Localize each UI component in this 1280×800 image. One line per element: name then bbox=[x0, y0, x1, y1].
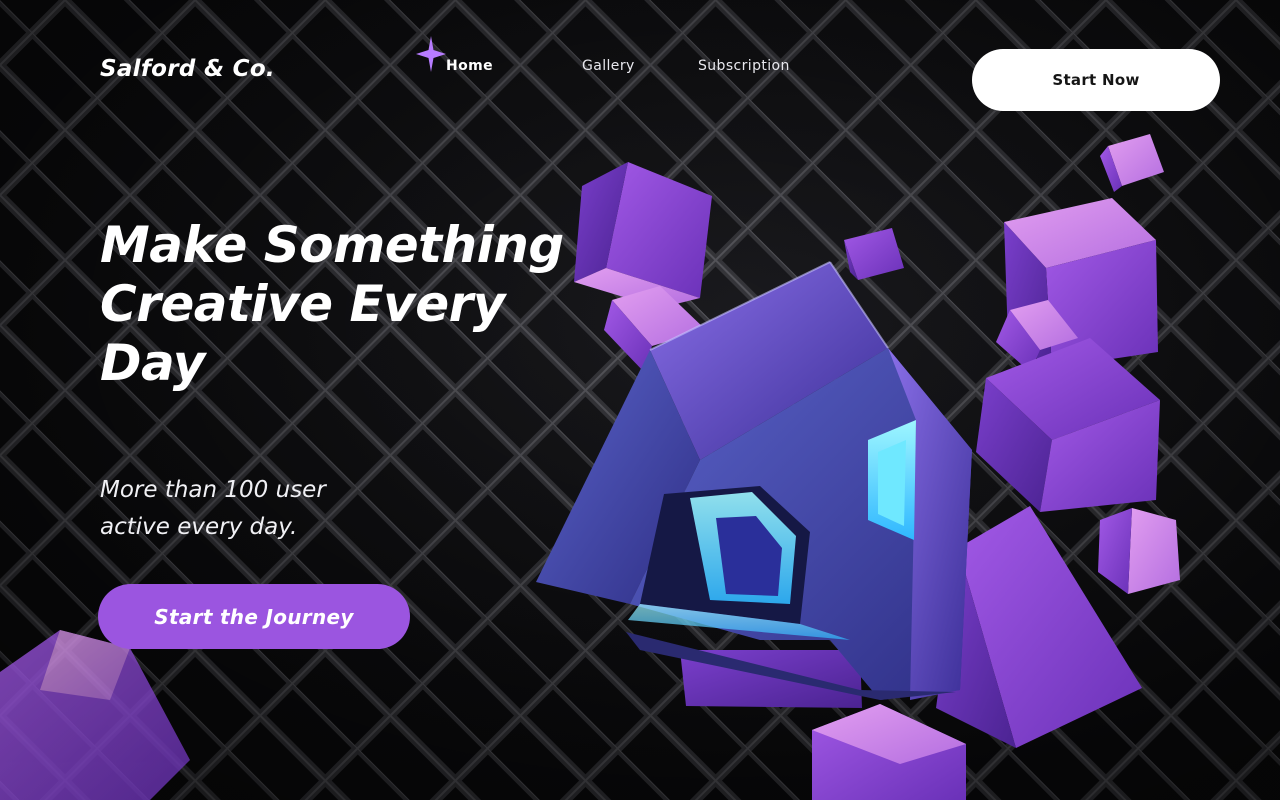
nav-home[interactable]: Home bbox=[446, 58, 493, 74]
hero-title-line-2: Creative Every bbox=[100, 275, 505, 333]
hero-subtitle-line-1: More than 100 user bbox=[100, 477, 326, 503]
landing-page: Salford & Co. Home Gallery Subscription … bbox=[0, 0, 1280, 800]
hero-subtitle: More than 100 user active every day. bbox=[100, 472, 400, 546]
nav-gallery[interactable]: Gallery bbox=[582, 58, 635, 74]
hero-title-line-1: Make Something bbox=[100, 216, 564, 274]
hero-title-line-3: Day bbox=[100, 334, 205, 392]
background-maze-pattern bbox=[0, 0, 1280, 800]
start-now-button[interactable]: Start Now bbox=[972, 49, 1220, 111]
start-journey-button[interactable]: Start the Journey bbox=[98, 584, 410, 649]
nav-subscription[interactable]: Subscription bbox=[698, 58, 790, 74]
hero-subtitle-line-2: active every day. bbox=[100, 514, 298, 540]
hero-title: Make Something Creative Every Day bbox=[100, 216, 570, 393]
